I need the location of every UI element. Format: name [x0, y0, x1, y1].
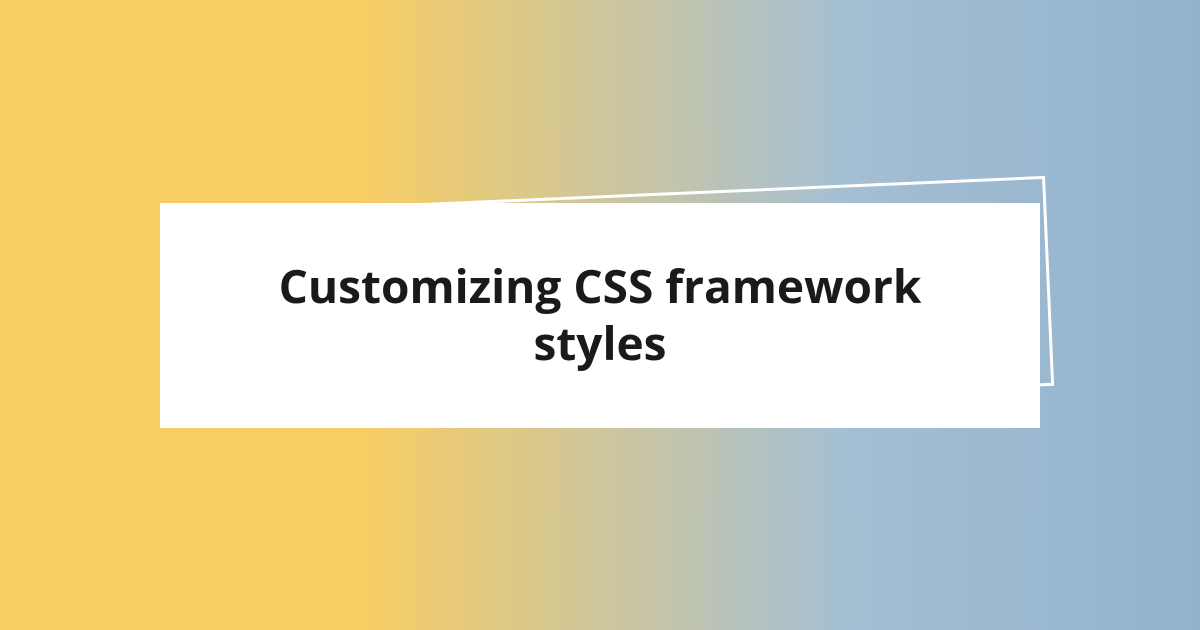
page-title: Customizing CSS framework styles	[220, 258, 980, 373]
title-card: Customizing CSS framework styles	[160, 203, 1040, 428]
title-card-wrapper: Customizing CSS framework styles	[160, 203, 1040, 428]
